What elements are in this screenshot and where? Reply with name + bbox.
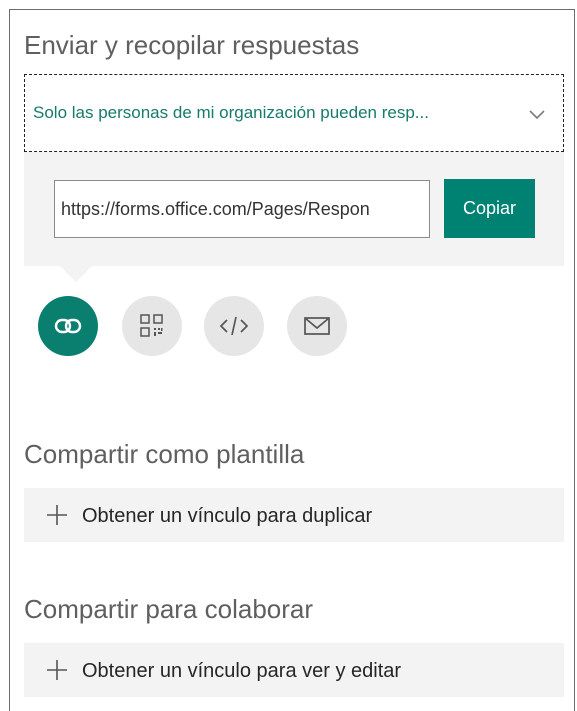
get-duplicate-link-button[interactable]: Obtener un vínculo para duplicar [24, 488, 564, 542]
active-tab-pointer [60, 266, 92, 282]
duplicate-link-label: Obtener un vínculo para duplicar [82, 505, 373, 527]
send-section-title: Enviar y recopilar respuestas [24, 30, 360, 60]
audience-dropdown-value: Solo las personas de mi organización pue… [33, 103, 429, 122]
email-icon [304, 317, 330, 335]
template-section-title: Compartir como plantilla [24, 439, 305, 469]
copy-button[interactable]: Copiar [444, 179, 535, 238]
share-email-button[interactable] [287, 296, 347, 356]
plus-icon [47, 660, 67, 680]
link-icon [54, 318, 82, 334]
share-link-button[interactable] [38, 296, 98, 356]
get-collab-link-button[interactable]: Obtener un vínculo para ver y editar [24, 643, 564, 697]
collab-section-title: Compartir para colaborar [24, 594, 314, 624]
share-link-input[interactable] [54, 180, 430, 238]
chevron-down-icon [529, 110, 545, 120]
share-embed-button[interactable] [204, 296, 264, 356]
share-qr-button[interactable] [122, 296, 182, 356]
qr-code-icon [140, 314, 163, 337]
share-link-box: Copiar [24, 152, 564, 266]
audience-dropdown[interactable]: Solo las personas de mi organización pue… [24, 74, 564, 152]
plus-icon [47, 505, 67, 525]
embed-code-icon [219, 316, 249, 336]
collab-link-label: Obtener un vínculo para ver y editar [82, 660, 402, 682]
